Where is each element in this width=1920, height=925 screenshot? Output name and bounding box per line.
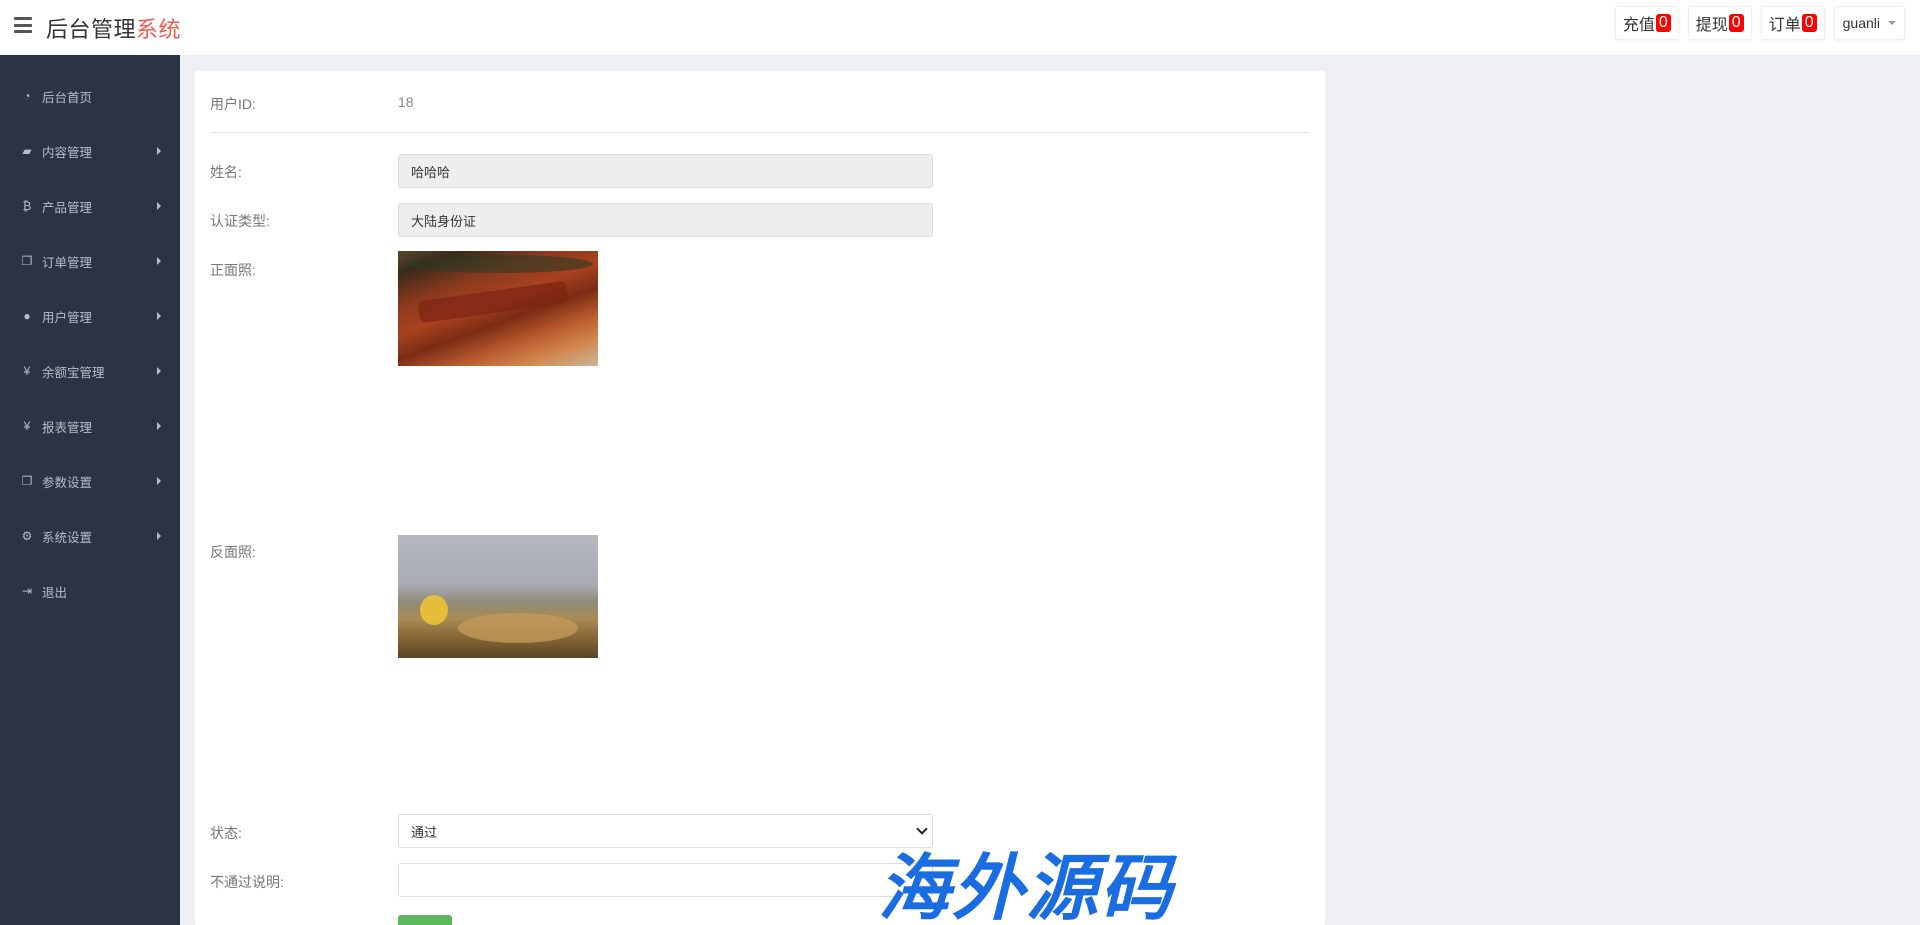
status-selected-value: 通过 [411, 824, 438, 840]
app-title-accent: 系统 [136, 17, 182, 42]
dashboard-icon: ◔ [23, 89, 31, 103]
user-icon: ● [23, 309, 31, 323]
sidebar-item-label: 退出 [42, 585, 68, 600]
yen-icon: ¥ [23, 419, 31, 433]
order-count-badge: 0 [1801, 14, 1817, 32]
front-id-photo[interactable] [398, 251, 598, 366]
sidebar-item-label: 余额宝管理 [42, 365, 105, 380]
yen-icon: ¥ [23, 364, 31, 378]
book-icon: ▰ [22, 144, 32, 158]
withdraw-count-badge: 0 [1728, 14, 1744, 32]
sidebar-item-logout[interactable]: ⇥ 退出 [0, 571, 180, 611]
sidebar: ◔ 后台首页 ▰ 内容管理 ₿ 产品管理 ❐ 订单管理 ● 用户管理 ¥ 余额宝管理 ¥ 报表… [0, 55, 180, 925]
sidebar-item-label: 订单管理 [42, 255, 93, 270]
sidebar-item-label: 参数设置 [42, 475, 93, 490]
caret-right-icon [157, 477, 161, 485]
status-label: 状态: [210, 825, 242, 841]
username-label: guanli [1842, 15, 1880, 31]
name-value: 哈哈哈 [411, 164, 451, 180]
name-field: 哈哈哈 [398, 154, 933, 188]
top-actions: 充值 0 提现 0 订单 0 guanli [1614, 6, 1920, 40]
bitcoin-icon: ₿ [22, 199, 32, 213]
status-select[interactable]: 通过 [398, 814, 933, 848]
sidebar-item-users[interactable]: ● 用户管理 [0, 296, 180, 336]
withdraw-button[interactable]: 提现 0 [1687, 6, 1752, 40]
divider [210, 132, 1310, 133]
caret-right-icon [157, 147, 161, 155]
sidebar-item-system[interactable]: ⚙ 系统设置 [0, 516, 180, 556]
cogs-icon: ⚙ [21, 529, 33, 543]
order-button[interactable]: 订单 0 [1760, 6, 1825, 40]
recharge-label: 充值 [1622, 17, 1655, 34]
user-id-label: 用户ID: [210, 96, 256, 112]
order-label: 订单 [1768, 17, 1801, 34]
user-verification-panel: 用户ID: 18 姓名: 哈哈哈 认证类型: 大陆身份证 正面照: 反面照: 状… [195, 71, 1325, 925]
caret-right-icon [157, 367, 161, 375]
back-photo-label: 反面照: [210, 544, 256, 560]
caret-down-icon [1888, 21, 1896, 25]
sidebar-item-label: 产品管理 [42, 200, 93, 215]
watermark-logo: 海外源码 [878, 845, 1175, 925]
cert-type-label: 认证类型: [210, 213, 270, 229]
sidebar-item-products[interactable]: ₿ 产品管理 [0, 186, 180, 226]
sidebar-item-parameters[interactable]: ❐ 参数设置 [0, 461, 180, 501]
sidebar-item-label: 系统设置 [42, 530, 93, 545]
app-title-main: 后台管理 [46, 17, 137, 42]
recharge-button[interactable]: 充值 0 [1614, 6, 1679, 40]
sidebar-item-label: 后台首页 [42, 90, 93, 105]
caret-right-icon [157, 257, 161, 265]
sidebar-item-label: 报表管理 [42, 420, 93, 435]
sign-out-icon: ⇥ [21, 584, 33, 598]
caret-right-icon [157, 312, 161, 320]
sidebar-item-content[interactable]: ▰ 内容管理 [0, 131, 180, 171]
cert-type-value: 大陆身份证 [411, 213, 477, 229]
app-title: 后台管理系统 [46, 12, 181, 44]
submit-button[interactable] [398, 915, 452, 925]
name-label: 姓名: [210, 164, 242, 180]
user-id-value: 18 [398, 94, 414, 110]
sidebar-item-reports[interactable]: ¥ 报表管理 [0, 406, 180, 446]
back-id-photo[interactable] [398, 535, 598, 658]
menu-toggle-icon[interactable] [14, 17, 32, 33]
caret-right-icon [157, 202, 161, 210]
sidebar-item-label: 用户管理 [42, 310, 93, 325]
sidebar-item-orders[interactable]: ❐ 订单管理 [0, 241, 180, 281]
reject-reason-label: 不通过说明: [210, 874, 284, 890]
top-header: 后台管理系统 充值 0 提现 0 订单 0 guanli [0, 0, 1920, 55]
sidebar-item-yuebao[interactable]: ¥ 余额宝管理 [0, 351, 180, 391]
cert-type-field: 大陆身份证 [398, 203, 933, 237]
reject-reason-input[interactable] [398, 863, 933, 897]
copy-icon: ❐ [21, 254, 33, 268]
sidebar-item-label: 内容管理 [42, 145, 93, 160]
caret-right-icon [157, 422, 161, 430]
sidebar-item-dashboard[interactable]: ◔ 后台首页 [0, 76, 180, 116]
copy-icon: ❐ [21, 474, 33, 488]
front-photo-label: 正面照: [210, 262, 256, 278]
caret-right-icon [157, 532, 161, 540]
user-menu-button[interactable]: guanli [1833, 6, 1905, 40]
recharge-count-badge: 0 [1655, 14, 1671, 32]
withdraw-label: 提现 [1695, 17, 1728, 34]
